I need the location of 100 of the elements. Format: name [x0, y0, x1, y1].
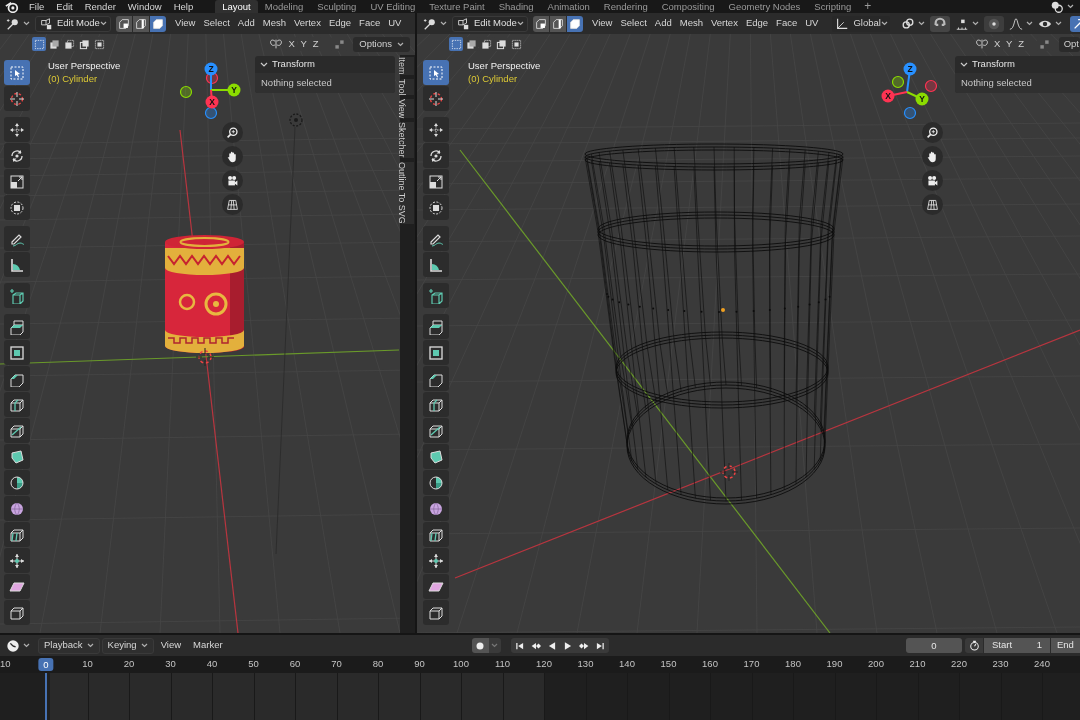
menu-item[interactable]: Window	[121, 0, 168, 13]
options-dropdown[interactable]: Options	[353, 36, 410, 52]
menu-item[interactable]: Edge	[741, 15, 773, 32]
current-frame-field[interactable]: 0	[906, 638, 962, 653]
menu-item[interactable]: Vertex	[289, 15, 325, 32]
tool-button[interactable]	[4, 117, 30, 142]
tool-button[interactable]	[423, 117, 449, 142]
tool-button[interactable]	[4, 252, 30, 277]
record-button[interactable]	[471, 638, 489, 653]
tool-button[interactable]	[4, 522, 30, 547]
selection-mode-button[interactable]	[509, 37, 523, 51]
tool-button[interactable]	[4, 574, 30, 599]
menu-item[interactable]: Face	[772, 15, 802, 32]
tool-button[interactable]	[423, 252, 449, 277]
workspace-tab[interactable]: UV Editing	[363, 0, 423, 13]
add-workspace-button[interactable]: +	[858, 0, 878, 13]
tool-button[interactable]	[423, 496, 449, 521]
tool-button[interactable]	[4, 366, 30, 391]
tool-button[interactable]	[423, 366, 449, 391]
menu-item[interactable]: Mesh	[675, 15, 707, 32]
tool-button[interactable]	[423, 340, 449, 365]
tool-button[interactable]	[423, 314, 449, 339]
menu-item[interactable]: Marker	[188, 637, 228, 654]
tool-button[interactable]	[4, 444, 30, 469]
workspace-tab[interactable]: Shading	[491, 0, 541, 13]
tool-button[interactable]	[423, 169, 449, 194]
workspace-tab[interactable]: Sculpting	[310, 0, 364, 13]
mode-dropdown[interactable]: Edit Mode	[452, 15, 528, 32]
workspace-tab[interactable]: Rendering	[596, 0, 655, 13]
mirror-axis-toggle[interactable]: Z	[1015, 37, 1027, 51]
select-mode-button[interactable]	[550, 15, 566, 32]
tool-button[interactable]	[423, 444, 449, 469]
select-mode-button[interactable]	[533, 15, 549, 32]
tool-button[interactable]	[423, 548, 449, 573]
select-mode-button[interactable]	[116, 15, 132, 32]
sidebar-tab[interactable]: Tool	[400, 78, 414, 96]
tool-button[interactable]	[4, 418, 30, 443]
tool-button[interactable]	[423, 195, 449, 220]
workspace-tab[interactable]: Texture Paint	[422, 0, 492, 13]
selection-mode-button[interactable]	[62, 37, 76, 51]
tool-button[interactable]	[423, 470, 449, 495]
menu-item[interactable]: View	[155, 637, 187, 654]
menu-item[interactable]: Select	[616, 15, 651, 32]
mirror-axis-toggle[interactable]: X	[991, 37, 1003, 51]
selection-mode-button[interactable]	[92, 37, 106, 51]
menu-item[interactable]: Select	[199, 15, 234, 32]
menu-item[interactable]: Mesh	[258, 15, 290, 32]
workspace-tab[interactable]: Compositing	[654, 0, 722, 13]
select-mode-button[interactable]	[567, 15, 583, 32]
sidebar-tab[interactable]: Sketcher	[400, 122, 414, 158]
tool-button[interactable]	[4, 340, 30, 365]
tool-button[interactable]	[423, 226, 449, 251]
tool-button[interactable]	[4, 226, 30, 251]
sidebar-tab[interactable]: View	[400, 99, 414, 119]
selection-mode-button[interactable]	[464, 37, 478, 51]
options-dropdown[interactable]: Opt	[1058, 36, 1080, 52]
workspace-tab[interactable]: Geometry Nodes	[721, 0, 808, 13]
sidebar-tab[interactable]: Item	[400, 57, 414, 75]
tool-button[interactable]	[423, 392, 449, 417]
tool-button[interactable]	[4, 195, 30, 220]
selection-mode-button[interactable]	[479, 37, 493, 51]
sidebar-tab[interactable]: Outline To SVG	[400, 161, 414, 224]
orientation-dropdown[interactable]: Global	[832, 15, 891, 32]
select-mode-button[interactable]	[150, 15, 166, 32]
tool-button[interactable]	[4, 143, 30, 168]
menu-item[interactable]: Edit	[50, 0, 79, 13]
mirror-axis-toggle[interactable]: Z	[310, 37, 322, 51]
scene-button[interactable]	[1050, 0, 1074, 14]
selection-mode-button[interactable]	[494, 37, 508, 51]
select-mode-button[interactable]	[133, 15, 149, 32]
preview-range-button[interactable]	[965, 638, 983, 653]
perspective-button[interactable]	[922, 194, 943, 215]
start-frame-field[interactable]: Start 1	[984, 638, 1050, 653]
editor-type-button[interactable]	[423, 16, 447, 31]
workspace-tab[interactable]: Animation	[540, 0, 597, 13]
editor-type-button[interactable]	[6, 16, 30, 31]
editor-type-button[interactable]	[6, 638, 30, 653]
tool-button[interactable]	[4, 392, 30, 417]
tool-button[interactable]	[423, 143, 449, 168]
mode-dropdown[interactable]: Edit Mode	[35, 15, 111, 32]
end-frame-field[interactable]: End	[1051, 638, 1080, 653]
menu-item[interactable]: Keying	[101, 637, 154, 654]
perspective-button[interactable]	[222, 194, 243, 215]
proportional-button[interactable]	[984, 15, 1005, 32]
navigation-gizmo[interactable]: Z Y X	[176, 55, 246, 125]
workspace-tab[interactable]: Scripting	[807, 0, 859, 13]
menu-item[interactable]: UV	[384, 15, 406, 32]
tool-button[interactable]	[423, 283, 449, 308]
camera-button[interactable]	[222, 170, 243, 191]
menu-item[interactable]: Help	[167, 0, 200, 13]
menu-item[interactable]: View	[171, 15, 200, 32]
menu-item[interactable]: Render	[78, 0, 122, 13]
tool-button[interactable]	[4, 283, 30, 308]
tool-button[interactable]	[4, 169, 30, 194]
workspace-tab[interactable]: Modeling	[257, 0, 311, 13]
menu-item[interactable]: View	[588, 15, 617, 32]
menu-item[interactable]: Playback	[38, 637, 100, 654]
selection-mode-button[interactable]	[47, 37, 61, 51]
tool-button[interactable]	[423, 418, 449, 443]
zoom-button[interactable]	[922, 122, 943, 143]
